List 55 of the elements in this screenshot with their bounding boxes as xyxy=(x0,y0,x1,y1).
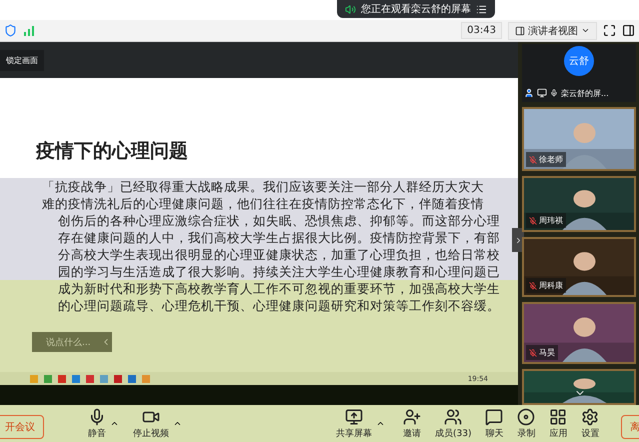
screen-icon xyxy=(537,88,547,98)
toolbar-button[interactable]: 聊天 xyxy=(485,408,504,440)
paragraph-line: 的心理问题疏导、心理危机干预、心理健康问题研究和对策等工作刻不容缓。 xyxy=(57,297,501,314)
chat-bubble-icon xyxy=(485,408,504,426)
slide-title: 疫情下的心理问题 xyxy=(36,139,189,164)
chat-placeholder: 说点什么... xyxy=(46,336,91,348)
toolbar-button[interactable]: 邀请 xyxy=(403,408,421,440)
meeting-timer: 03:43 xyxy=(461,22,502,39)
settings-icon xyxy=(581,408,600,426)
name-tag: 徐老师 xyxy=(526,152,566,167)
person-icon xyxy=(524,88,534,98)
caret-icon xyxy=(581,26,590,35)
toolbar-button[interactable]: 应用 xyxy=(549,408,568,440)
people-icon xyxy=(444,408,462,426)
toolbar-button[interactable]: 成员(33) xyxy=(435,408,472,440)
lock-view-label[interactable]: 锁定画面 xyxy=(0,50,44,70)
paragraph-line: 存在健康问题的人中，我们高校大学生占据很大比例。疫情防控背景下，有部 xyxy=(57,229,501,246)
participant-tile[interactable]: 云舒 栾云舒的屏... xyxy=(522,44,636,102)
add-person-icon xyxy=(403,408,421,426)
caret-icon[interactable] xyxy=(376,419,385,428)
speaker-icon xyxy=(345,4,356,14)
paragraph-line: 分高校大学生表现出很明显的心理亚健康状态，加重了心理负担，也给日常校 xyxy=(57,246,501,263)
banner-text: 您正在观看栾云舒的屏幕 xyxy=(361,2,471,16)
paragraph-line: 难的疫情洗礼后的心理健康问题，他们往往在疫情防控常态化下，伴随着疫情 xyxy=(41,195,485,212)
video-tile[interactable]: 徐老师 xyxy=(522,107,636,171)
toolbar-button[interactable]: 设置 xyxy=(581,408,600,440)
name-tag: 周科康 xyxy=(526,278,566,293)
list-icon[interactable] xyxy=(476,4,487,14)
name-tag: 马昊 xyxy=(526,345,558,360)
microphone-icon xyxy=(88,408,106,426)
sidebar-icon[interactable] xyxy=(622,24,635,37)
shield-icon[interactable] xyxy=(4,24,17,37)
paragraph-line: 「抗疫战争」已经取得重大战略成果。我们应该要关注一部分人群经历大灾大 xyxy=(41,178,485,195)
name-tag: 周玮祺 xyxy=(526,213,566,228)
toolbar-button[interactable]: 停止视频 xyxy=(133,408,169,440)
view-mode-dropdown[interactable]: 演讲者视图 xyxy=(508,22,597,40)
toolbar-button[interactable]: 录制 xyxy=(517,408,536,440)
participant-name: 栾云舒的屏... xyxy=(561,88,609,98)
layout-icon xyxy=(515,26,525,36)
video-tile[interactable]: 周玮祺 xyxy=(522,176,636,232)
paragraph-line: 成为新时代和形势下高校教学育人工作不可忽视的重要环节，加强高校大学生 xyxy=(57,280,501,297)
apps-grid-icon xyxy=(549,408,568,426)
fullscreen-icon[interactable] xyxy=(603,24,616,37)
paragraph-line: 园的学习与生活造成了很大影响。持续关注大学生心理健康教育和心理问题已 xyxy=(57,263,501,280)
video-tile[interactable]: 周科康 xyxy=(522,237,636,297)
record-icon xyxy=(517,408,536,426)
caret-icon[interactable] xyxy=(110,419,119,428)
toolbar-button[interactable]: 静音 xyxy=(88,408,106,440)
caret-icon[interactable] xyxy=(173,419,182,428)
paragraph-line: 创伤后的各种心理应激综合症状，如失眠、恐惧焦虑、抑郁等。而这部分心理 xyxy=(57,212,501,229)
toolbar-button[interactable]: 共享屏幕 xyxy=(336,408,372,440)
signal-icon[interactable] xyxy=(23,24,35,36)
video-tile[interactable]: 马昊 xyxy=(522,302,636,364)
share-screen-icon xyxy=(345,408,363,426)
avatar: 云舒 xyxy=(564,46,594,76)
